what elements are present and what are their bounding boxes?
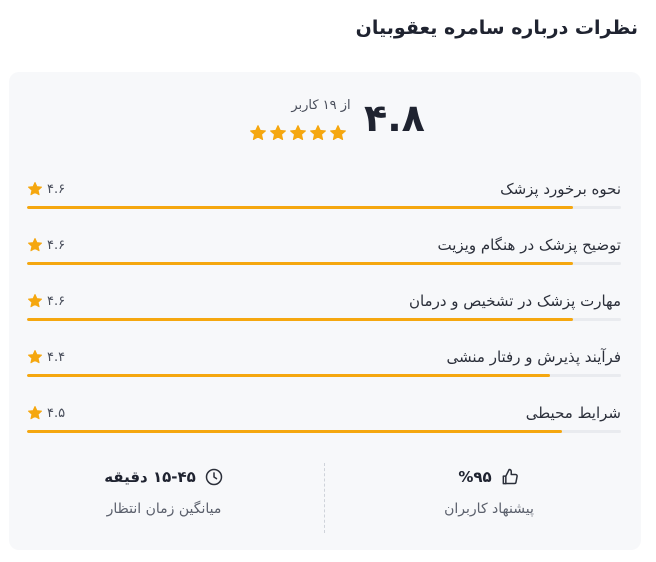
star-icon [27,349,43,364]
rating-bar-track [27,318,621,321]
rating-row-label: توضیح پزشک در هنگام ویزیت [437,236,622,254]
rating-row-score: ۴.۶ [27,181,65,197]
rating-row-label: فرآیند پذیرش و رفتار منشی [446,348,621,366]
users-count: از ۱۹ کاربر [291,98,351,113]
clock-icon [204,467,224,487]
rating-row: توضیح پزشک در هنگام ویزیت ۴.۶ [27,236,621,276]
recommend-stat: %۹۵ پیشنهاد کاربران [339,467,639,517]
overall-score: ۴.۸ [364,96,425,140]
thumbs-up-icon [500,467,520,487]
stats-divider [324,463,325,533]
rating-bar-track [27,262,621,265]
wait-time-label: میانگین زمان انتظار [106,501,222,517]
rating-row-label: مهارت پزشک در تشخیص و درمان [408,292,621,310]
rating-row-score: ۴.۶ [27,237,65,253]
recommend-label: پیشنهاد کاربران [444,501,534,517]
rating-row-value: ۴.۶ [47,293,66,309]
rating-row-value: ۴.۶ [47,181,66,197]
rating-row-score: ۴.۶ [27,293,65,309]
star-icon [250,125,266,141]
recommend-value: %۹۵ [458,468,492,486]
rating-row-score: ۴.۴ [27,349,65,365]
rating-bar-fill [27,318,574,321]
rating-bar-fill [27,430,562,433]
rating-row-value: ۴.۴ [47,349,66,365]
star-icon [27,237,43,252]
star-icon [310,125,326,141]
rating-bar-track [27,430,621,433]
star-icon [330,125,346,141]
star-icon [27,405,43,420]
rating-summary: ۴.۸ از ۱۹ کاربر [9,96,641,156]
rating-bar-fill [27,374,550,377]
wait-time-stat: ۱۵-۴۵ دقیقه میانگین زمان انتظار [14,467,314,517]
rating-row-label: نحوه برخورد پزشک [500,180,621,198]
rating-row-value: ۴.۶ [47,237,66,253]
rating-bar-fill [27,206,574,209]
rating-row: فرآیند پذیرش و رفتار منشی ۴.۴ [27,348,621,388]
page-title: نظرات درباره سامره یعقوبیان [355,17,638,39]
rating-row-score: ۴.۵ [27,405,65,421]
rating-row: نحوه برخورد پزشک ۴.۶ [27,180,621,220]
overall-stars [249,124,347,142]
rating-row-label: شرایط محیطی [525,404,621,422]
star-icon [27,293,43,308]
rating-row: مهارت پزشک در تشخیص و درمان ۴.۶ [27,292,621,332]
wait-time-value: ۱۵-۴۵ دقیقه [104,468,196,486]
star-icon [27,181,43,196]
rating-bar-fill [27,262,574,265]
star-icon [290,125,306,141]
star-icon [270,125,286,141]
rating-row-value: ۴.۵ [47,405,66,421]
rating-bar-track [27,206,621,209]
rating-bar-track [27,374,621,377]
rating-row: شرایط محیطی ۴.۵ [27,404,621,444]
rating-card: ۴.۸ از ۱۹ کاربر نحوه برخورد پزشک ۴.۶ توضیح… [9,72,641,550]
